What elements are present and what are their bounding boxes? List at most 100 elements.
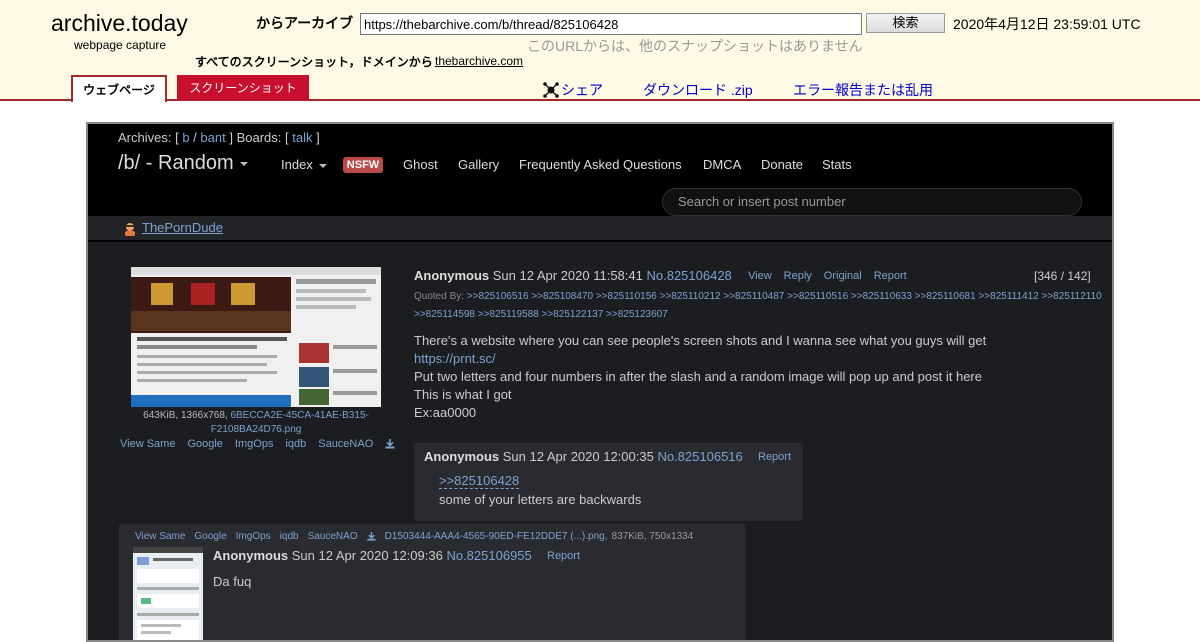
nav-index[interactable]: Index [281,157,327,172]
op-tool-imgops[interactable]: ImgOps [235,438,274,450]
reply-header: Anonymous Sun 12 Apr 2020 12:09:36 No.82… [213,548,532,563]
board-topbar: Archives: [ b / bant ] Boards: [ talk ] … [88,124,1112,216]
op-image-graphic [131,267,381,407]
archives-line: Archives: [ b / bant ] Boards: [ talk ] [118,130,320,145]
board-title[interactable]: /b/ - Random [118,152,248,175]
op-post-number[interactable]: No.825106428 [646,268,731,283]
close-bracket: ] [316,130,320,145]
op-body-line: Ex:aa0000 [414,405,477,420]
nav-donate[interactable]: Donate [761,157,803,172]
reply-post: View Same Google ImgOps iqdb SauceNAO D150344… [119,524,746,640]
captured-page: Archives: [ b / bant ] Boards: [ talk ] … [86,122,1114,642]
archive-header: archive.today webpage capture からアーカイブ 検索… [0,0,1200,102]
op-file-meta: 643KiB, 1366x768, 6BECCA2E-45CA-41AE-B31… [118,409,394,437]
archive-logo-title[interactable]: archive.today [51,10,188,37]
r2-tool-view-same[interactable]: View Same [135,531,185,542]
reply-post-number[interactable]: No.825106955 [446,548,531,563]
reply-report-link[interactable]: Report [758,451,791,463]
user-bar: ThePornDude [88,216,1112,242]
quoted-by-label: Quoted By: [414,291,465,302]
nav-faq[interactable]: Frequently Asked Questions [519,157,682,172]
r2-tool-google[interactable]: Google [194,531,226,542]
all-screenshots-label: すべてのスクリーンショット，ドメインから [195,55,433,69]
url-input[interactable] [360,13,862,35]
download-icon[interactable] [385,439,395,449]
archive-link-b[interactable]: b [182,130,189,145]
post-search-input[interactable]: Search or insert post number [662,188,1082,216]
quoted-by-list: Quoted By: >>825106516 >>825108470 >>825… [414,288,1104,324]
op-date: Sun 12 Apr 2020 11:58:41 [492,268,643,283]
nav-stats[interactable]: Stats [822,157,852,172]
r2-tool-imgops[interactable]: ImgOps [236,531,271,542]
boards-label: ] Boards: [ [229,130,289,145]
share-icon[interactable] [543,82,559,98]
avatar-icon [125,223,135,236]
r2-file-name-link[interactable]: D1503444-AAA4-4565-90ED-FE12DDE7 (...).p… [385,531,608,542]
archives-label: Archives: [ [118,130,179,145]
chevron-down-icon [239,161,248,166]
op-tool-google[interactable]: Google [187,438,222,450]
op-tool-saucenao[interactable]: SauceNAO [318,438,373,450]
reply-image-graphic [133,547,203,640]
reply-count: [346 / 142] [1034,269,1091,283]
op-view-link[interactable]: View [748,270,772,282]
report-abuse-link[interactable]: エラー報告または乱用 [793,80,933,100]
reply-image-tools: View Same Google ImgOps iqdb SauceNAO D150344… [135,531,693,542]
nav-index-label: Index [281,157,313,172]
download-icon[interactable] [367,531,376,541]
nsfw-badge: NSFW [343,157,383,173]
op-file-name-link[interactable]: 6BECCA2E-45CA-41AE-B315-F2108BA24D76.png [211,410,369,435]
op-body-line: Put two letters and four numbers in afte… [414,369,982,384]
r2-tool-saucenao[interactable]: SauceNAO [308,531,358,542]
reply-poster-name: Anonymous [213,548,289,563]
op-header: Anonymous Sun 12 Apr 2020 11:58:41 No.82… [414,268,732,283]
reply-post: Anonymous Sun 12 Apr 2020 12:00:35 No.82… [414,443,803,521]
reply-report-link[interactable]: Report [547,550,580,562]
op-body-link[interactable]: https://prnt.sc/ [414,350,1054,368]
reply-date: Sun 12 Apr 2020 12:00:35 [502,449,654,464]
reply-backlink[interactable]: >>825106428 [439,473,520,489]
nav-gallery[interactable]: Gallery [458,157,499,172]
reply-text: some of your letters are backwards [439,492,642,507]
op-post-actions: View Reply Original Report [748,270,919,282]
reply-post-number[interactable]: No.825106516 [657,449,742,464]
capture-date: 2020年4月12日 23:59:01 UTC [953,16,1141,32]
download-zip-link[interactable]: ダウンロード .zip [643,80,753,100]
tab-webpage[interactable]: ウェブページ [71,75,167,102]
op-report-link[interactable]: Report [874,270,907,282]
search-button[interactable]: 検索 [866,13,945,33]
op-file-info: 643KiB, 1366x768, [143,410,228,421]
user-link[interactable]: ThePornDude [142,220,223,235]
board-title-text: /b/ - Random [118,152,234,174]
op-image-tools: View Same Google ImgOps iqdb SauceNAO [120,438,395,450]
reply-image-thumbnail[interactable] [133,547,203,640]
r2-tool-iqdb[interactable]: iqdb [280,531,299,542]
nav-ghost[interactable]: Ghost [403,157,438,172]
r2-file-meta: 837KiB, 750x1334 [611,531,694,542]
op-image-thumbnail[interactable] [131,267,381,407]
archive-from-label: からアーカイブ [256,15,354,31]
reply-text: Da fuq [213,574,252,589]
nav-dmca[interactable]: DMCA [703,157,741,172]
archive-link-bant[interactable]: bant [200,130,225,145]
reply-header: Anonymous Sun 12 Apr 2020 12:00:35 No.82… [424,449,743,464]
op-original-link[interactable]: Original [824,270,862,282]
quoted-by-links[interactable]: >>825106516 >>825108470 >>825110156 >>82… [414,291,1102,320]
op-reply-link[interactable]: Reply [784,270,812,282]
op-tool-view-same[interactable]: View Same [120,438,175,450]
op-body-line: This is what I got [414,387,512,402]
op-poster-name: Anonymous [414,268,490,283]
reply-date: Sun 12 Apr 2020 12:09:36 [291,548,443,563]
board-link-talk[interactable]: talk [292,130,312,145]
share-link[interactable]: シェア [561,80,603,100]
op-body-line: There's a website where you can see peop… [414,333,987,348]
chevron-down-icon [318,163,327,168]
domain-link[interactable]: thebarchive.com [435,54,523,68]
tab-screenshot[interactable]: スクリーンショット [177,75,309,100]
archive-logo-subtitle: webpage capture [74,38,167,52]
reply-poster-name: Anonymous [424,449,500,464]
op-tool-iqdb[interactable]: iqdb [285,438,306,450]
op-body: There's a website where you can see peop… [414,332,1054,422]
no-snapshots-notice: このURLからは、他のスナップショットはありません [527,38,863,54]
archives-slash: / [193,130,197,145]
